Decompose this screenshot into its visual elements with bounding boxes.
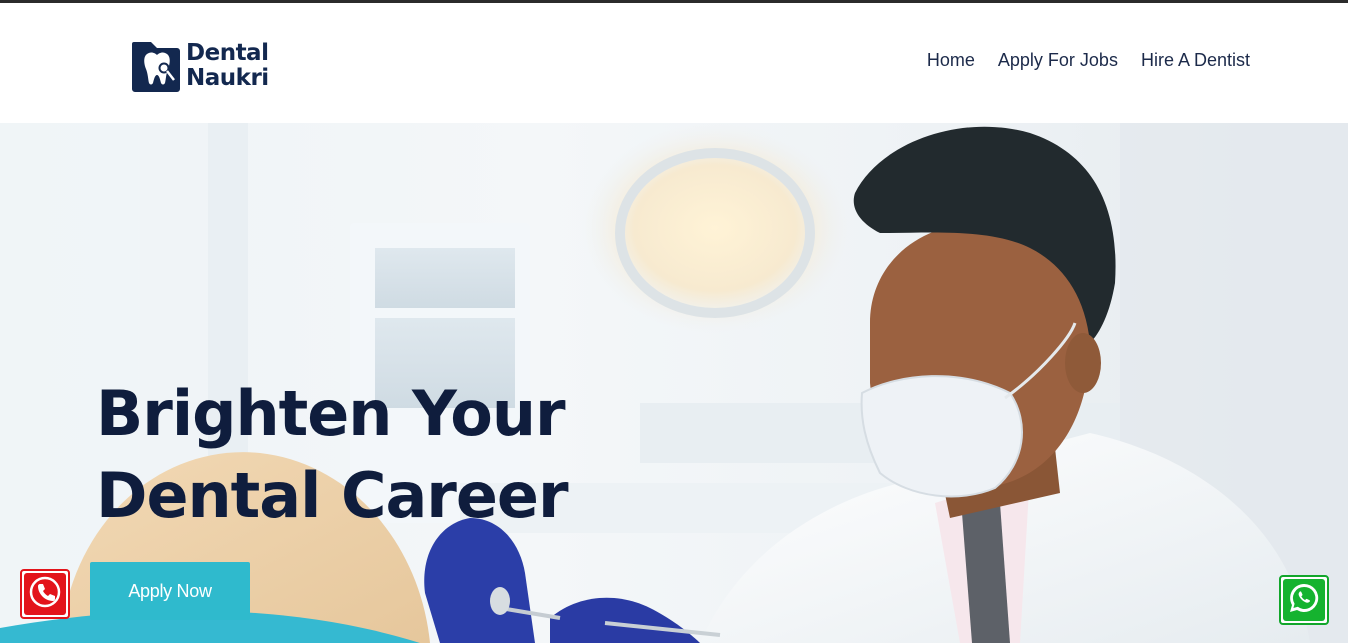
nav-apply-for-jobs[interactable]: Apply For Jobs	[998, 50, 1118, 71]
brand-name-line1: Dental	[186, 40, 269, 66]
nav-home[interactable]: Home	[927, 50, 975, 71]
phone-icon	[29, 576, 61, 613]
hero-title: Brighten Your Dental Career	[96, 373, 616, 537]
whatsapp-icon	[1287, 581, 1321, 620]
hero-title-line1: Brighten Your	[96, 377, 566, 450]
call-button[interactable]	[20, 569, 70, 619]
tooth-logo-icon	[131, 38, 181, 94]
site-header: Dental Naukri Home Apply For Jobs Hire A…	[0, 3, 1348, 123]
whatsapp-button[interactable]	[1279, 575, 1329, 625]
nav-hire-a-dentist[interactable]: Hire A Dentist	[1141, 50, 1250, 71]
brand-name-line2: Naukri	[186, 65, 269, 91]
main-nav: Home Apply For Jobs Hire A Dentist	[927, 50, 1250, 71]
hero-section: Brighten Your Dental Career Apply Now	[0, 123, 1348, 643]
hero-title-line2: Dental Career	[96, 459, 569, 532]
apply-now-button[interactable]: Apply Now	[90, 562, 250, 620]
brand-name: Dental Naukri	[186, 41, 269, 91]
logo-link[interactable]: Dental Naukri	[131, 37, 269, 95]
